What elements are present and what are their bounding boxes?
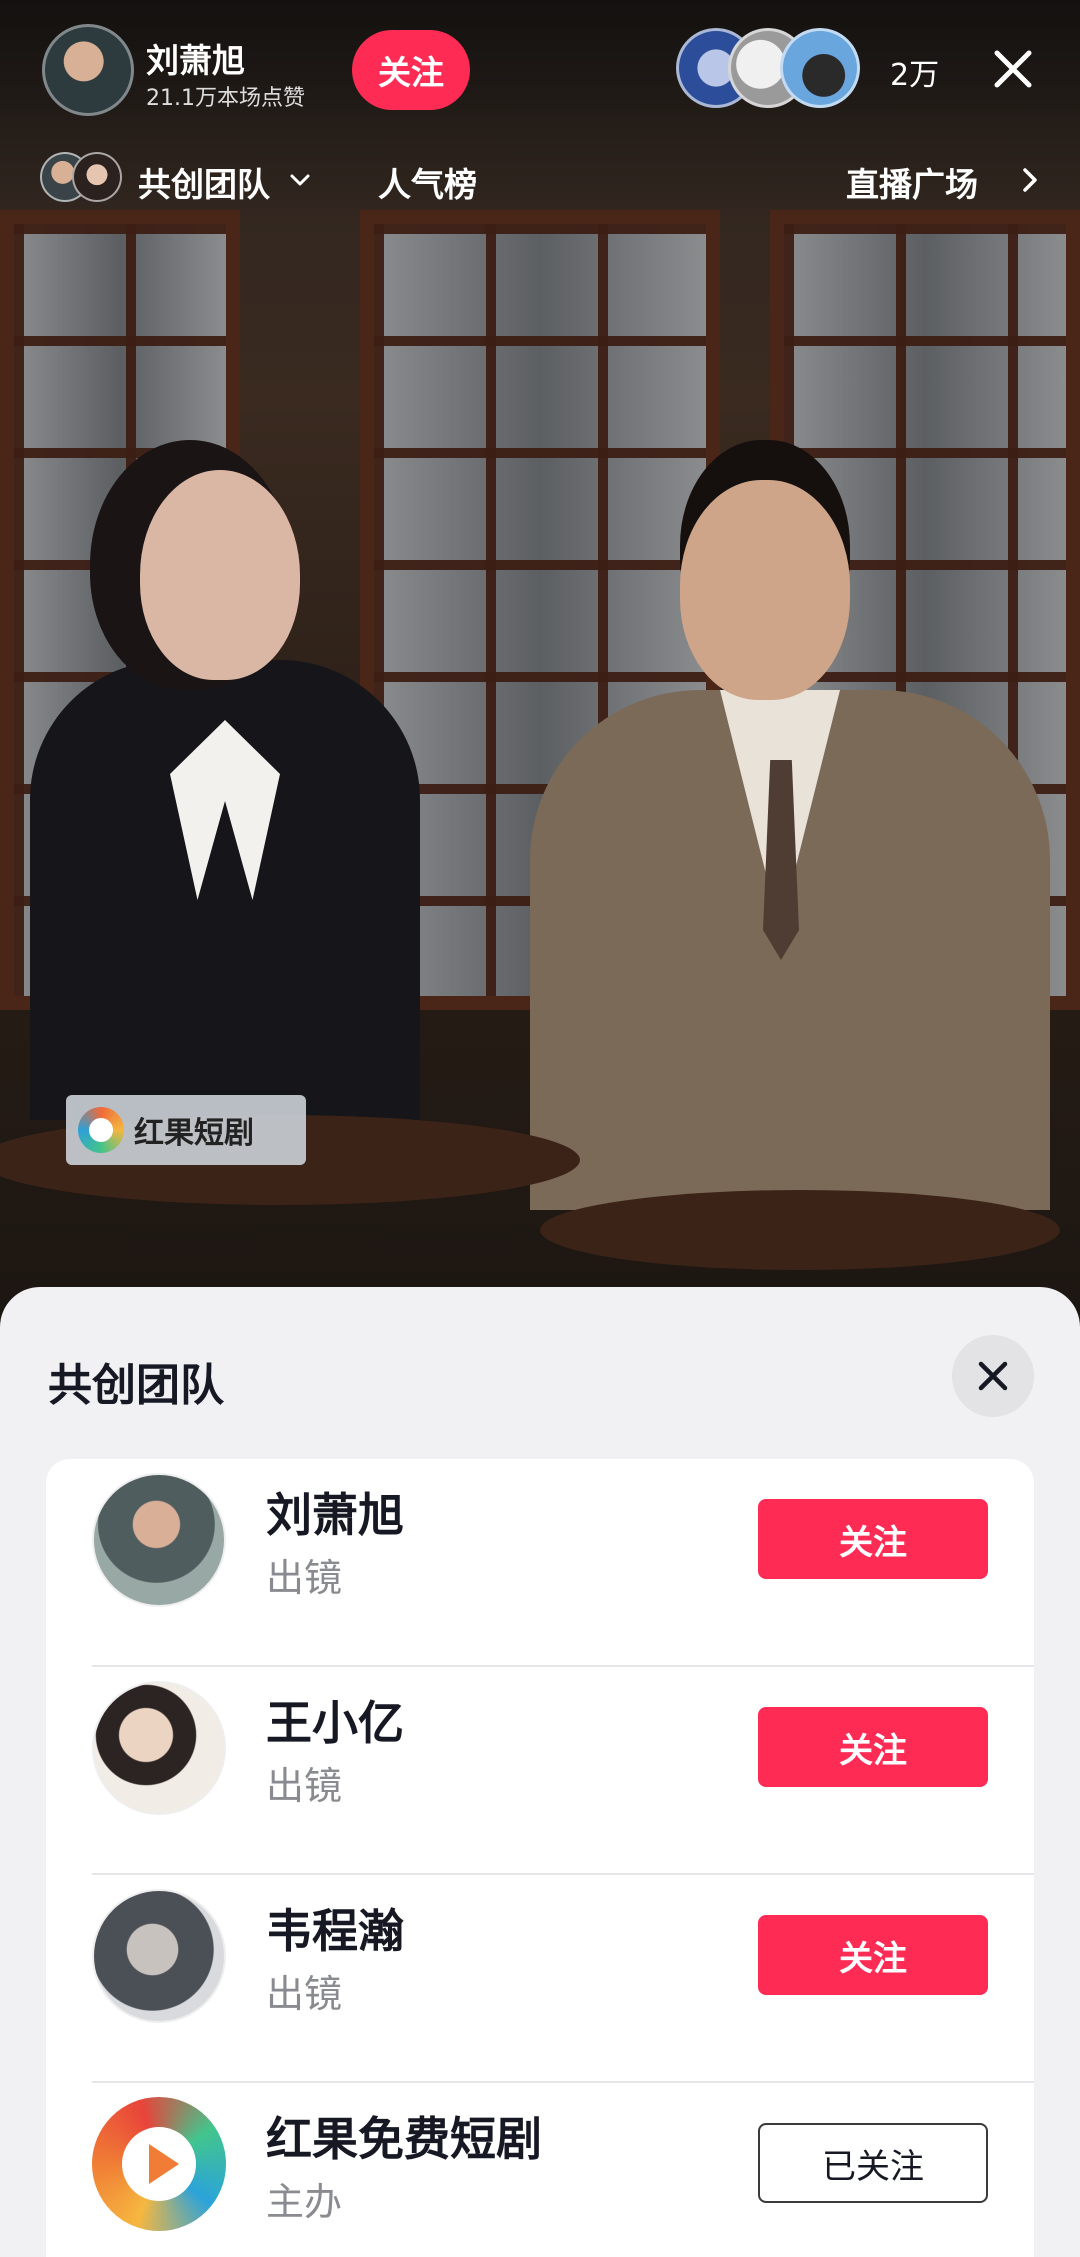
list-item[interactable]: 韦程瀚 出镜 关注 (46, 1875, 1034, 2083)
member-role: 出镜 (266, 1556, 343, 1600)
follow-button[interactable]: 关注 (758, 1707, 988, 1787)
follow-button[interactable]: 关注 (758, 1499, 988, 1579)
member-role: 出镜 (266, 1972, 343, 2016)
brand-name-plate-text: 红果短剧 (134, 1116, 254, 1151)
play-logo-icon[interactable] (92, 2097, 226, 2231)
popularity-rank-button[interactable]: 人气榜 (378, 158, 477, 206)
live-room-screen: 红果短剧 刘萧旭 21.1万本场点赞 关注 2万 共创团队 人气榜 直播广场 共… (0, 0, 1080, 2257)
viewer-avatar[interactable] (780, 28, 860, 108)
follow-button[interactable]: 关注 (758, 1915, 988, 1995)
brand-logo-icon (78, 1107, 124, 1153)
avatar[interactable] (92, 1889, 226, 2023)
viewer-count[interactable]: 2万 (890, 50, 939, 94)
close-icon[interactable] (990, 46, 1036, 92)
brand-name-plate: 红果短剧 (66, 1095, 306, 1165)
team-button-label[interactable]: 共创团队 (138, 158, 270, 206)
host-likes: 21.1万本场点赞 (146, 86, 305, 111)
list-item[interactable]: 刘萧旭 出镜 关注 (46, 1459, 1034, 1667)
host-avatar[interactable] (42, 24, 134, 116)
list-item[interactable]: 红果免费短剧 主办 已关注 (46, 2083, 1034, 2257)
guest-figure-head (140, 470, 300, 680)
member-name: 韦程瀚 (266, 1904, 404, 1958)
member-name: 红果免费短剧 (266, 2112, 542, 2166)
live-header: 刘萧旭 21.1万本场点赞 关注 2万 共创团队 人气榜 直播广场 (0, 0, 1080, 220)
team-avatar (72, 152, 122, 202)
member-list: 刘萧旭 出镜 关注 王小亿 出镜 关注 韦程瀚 出镜 关注 红果免费短剧 主办 … (46, 1459, 1034, 2257)
followed-button[interactable]: 已关注 (758, 2123, 988, 2203)
follow-host-button[interactable]: 关注 (352, 30, 470, 110)
play-triangle (149, 2144, 179, 2184)
avatar[interactable] (92, 1473, 226, 1607)
list-item[interactable]: 王小亿 出镜 关注 (46, 1667, 1034, 1875)
guest-figure-head (680, 480, 850, 700)
member-name: 刘萧旭 (266, 1488, 404, 1542)
member-role: 主办 (266, 2180, 343, 2224)
viewer-avatars[interactable] (676, 28, 866, 110)
member-name: 王小亿 (266, 1696, 404, 1750)
chevron-right-icon[interactable] (1016, 166, 1044, 194)
team-avatars[interactable] (40, 150, 130, 206)
live-subnav: 共创团队 人气榜 直播广场 (0, 150, 1080, 210)
avatar[interactable] (92, 1681, 226, 1815)
team-sheet: 共创团队 刘萧旭 出镜 关注 王小亿 出镜 关注 韦程瀚 出镜 关注 红果免费短… (0, 1287, 1080, 2257)
host-name[interactable]: 刘萧旭 (146, 34, 245, 82)
sheet-close-button[interactable] (952, 1335, 1034, 1417)
sheet-title: 共创团队 (48, 1360, 224, 1411)
chevron-down-icon[interactable] (288, 168, 312, 192)
studio-table (540, 1190, 1060, 1270)
close-icon (978, 1361, 1008, 1391)
member-role: 出镜 (266, 1764, 343, 1808)
live-plaza-button[interactable]: 直播广场 (846, 158, 978, 206)
